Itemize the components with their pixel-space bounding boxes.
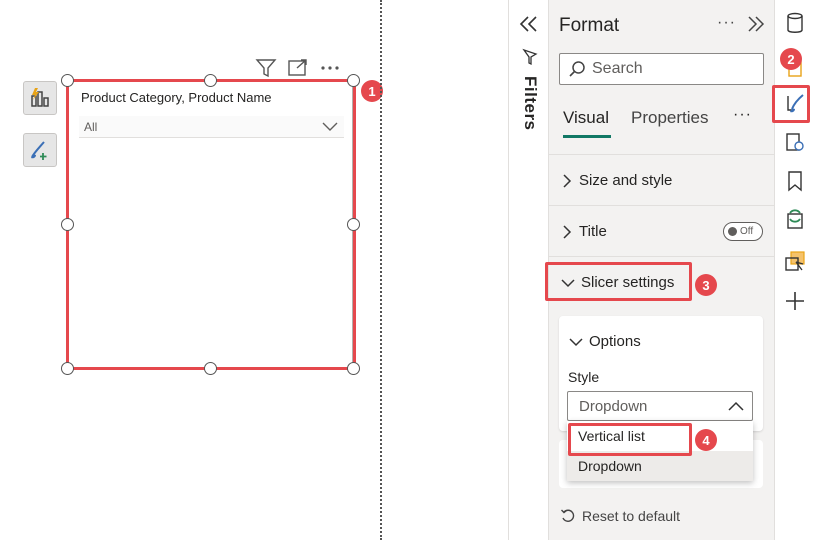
filters-label: Filters xyxy=(521,76,540,131)
resize-handle-right[interactable] xyxy=(347,218,360,231)
options-label: Options xyxy=(589,333,641,350)
reset-to-default-button[interactable]: Reset to default xyxy=(560,508,680,524)
format-visual-icon xyxy=(31,141,47,160)
tab-more-options[interactable]: ··· xyxy=(733,106,752,124)
resize-handle-bottom-right[interactable] xyxy=(347,362,360,375)
sync-icon xyxy=(787,209,803,229)
callout-badge-4: 4 xyxy=(695,429,717,451)
selection-pane-button[interactable] xyxy=(784,250,806,272)
search-icon xyxy=(569,61,585,77)
analytics-pane-button[interactable] xyxy=(784,131,806,153)
highlight-format-pane-button xyxy=(772,85,810,123)
build-visual-button[interactable] xyxy=(23,81,57,115)
toggle-state-label: Off xyxy=(740,226,754,237)
focus-mode-icon[interactable] xyxy=(287,58,309,78)
double-chevron-left-icon[interactable] xyxy=(518,14,540,34)
report-canvas[interactable]: Product Category, Product Name All 1 xyxy=(0,0,508,540)
highlight-vertical-list xyxy=(568,423,692,456)
style-label: Style xyxy=(568,369,600,385)
tab-visual-active-indicator xyxy=(563,135,611,138)
selection-highlight-slicer xyxy=(66,79,356,370)
resize-handle-left[interactable] xyxy=(61,218,74,231)
chevron-right-icon xyxy=(563,173,572,188)
section-size-and-style[interactable]: Size and style xyxy=(549,154,775,206)
format-tabs: Visual Properties ··· xyxy=(563,106,763,140)
resize-handle-top-left[interactable] xyxy=(61,74,74,87)
double-chevron-right-icon[interactable] xyxy=(746,14,766,34)
section-label-title: Title xyxy=(579,223,607,240)
search-input[interactable] xyxy=(592,60,752,78)
section-title[interactable]: Title Off xyxy=(549,205,775,257)
bookmark-icon xyxy=(788,171,802,192)
title-toggle[interactable]: Off xyxy=(723,222,763,241)
build-visual-icon xyxy=(31,88,49,107)
more-options-icon[interactable] xyxy=(319,58,341,78)
resize-handle-bottom-left[interactable] xyxy=(61,362,74,375)
style-dropdown[interactable]: Dropdown xyxy=(567,391,753,421)
section-label-size-and-style: Size and style xyxy=(579,172,673,189)
filters-pane-collapsed[interactable]: Filters xyxy=(508,0,548,540)
callout-badge-3: 3 xyxy=(695,274,717,296)
toggle-knob xyxy=(728,227,737,236)
options-card: Options Style Dropdown xyxy=(559,316,763,431)
page-boundary-divider xyxy=(380,0,382,540)
format-visual-button[interactable] xyxy=(23,133,57,167)
pane-switcher-rail xyxy=(774,0,813,540)
style-dropdown-value: Dropdown xyxy=(579,397,648,415)
highlight-slicer-settings xyxy=(545,262,692,301)
data-cylinder-icon xyxy=(787,12,803,33)
chevron-up-icon xyxy=(728,401,744,411)
bookmarks-pane-button[interactable] xyxy=(784,170,806,192)
reset-icon xyxy=(561,509,575,522)
add-pane-button[interactable] xyxy=(784,290,806,312)
filter-icon[interactable] xyxy=(255,58,277,78)
data-pane-button[interactable] xyxy=(784,12,806,34)
plus-icon xyxy=(786,292,804,310)
callout-badge-2: 2 xyxy=(780,48,802,70)
tab-visual[interactable]: Visual xyxy=(563,108,609,128)
resize-handle-top[interactable] xyxy=(204,74,217,87)
format-search-box[interactable] xyxy=(559,53,764,85)
magnifier-chart-icon xyxy=(786,133,804,151)
sync-slicers-pane-button[interactable] xyxy=(784,208,806,230)
resize-handle-top-right[interactable] xyxy=(347,74,360,87)
visual-header xyxy=(255,57,350,79)
chevron-down-icon xyxy=(569,337,583,346)
reset-label: Reset to default xyxy=(582,508,681,524)
filter-funnel-icon xyxy=(522,48,538,66)
resize-handle-bottom[interactable] xyxy=(204,362,217,375)
options-header[interactable]: Options xyxy=(569,333,641,350)
tab-properties[interactable]: Properties xyxy=(631,108,708,128)
format-more-options[interactable]: ··· xyxy=(717,14,736,32)
chevron-right-icon xyxy=(563,224,572,239)
format-pane-title: Format xyxy=(559,15,620,36)
selection-icon xyxy=(785,251,805,271)
